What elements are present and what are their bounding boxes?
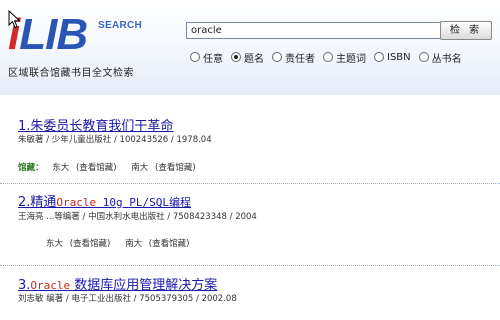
result-meta: 朱敏著 / 少年儿童出版社 / 100243526 / 1978.04 bbox=[18, 135, 212, 145]
view-holdings-link[interactable]: (查看馆藏) bbox=[149, 239, 190, 249]
view-holdings-link[interactable]: (查看馆藏) bbox=[76, 163, 117, 173]
holdings-row: 东大 (查看馆藏) 南大 (查看馆藏) bbox=[18, 237, 201, 249]
radio-author[interactable] bbox=[272, 52, 282, 62]
radio-series[interactable] bbox=[418, 52, 429, 62]
radio-subject[interactable] bbox=[323, 52, 333, 62]
option-author[interactable]: 责任者 bbox=[272, 50, 315, 65]
result-title-link[interactable]: 2.精通Oracle 10g PL/SQL编程 bbox=[18, 191, 191, 210]
mouse-cursor-icon bbox=[8, 10, 21, 29]
holding-library: 东大 bbox=[52, 163, 70, 173]
view-holdings-link[interactable]: (查看馆藏) bbox=[155, 163, 196, 173]
result-title-link[interactable]: 3.Oracle 数据库应用管理解决方案 bbox=[18, 274, 217, 293]
radio-isbn[interactable] bbox=[374, 52, 384, 62]
option-subject[interactable]: 主题词 bbox=[323, 50, 366, 65]
option-isbn[interactable]: ISBN bbox=[374, 52, 411, 63]
view-holdings-link[interactable]: (查看馆藏) bbox=[70, 239, 111, 249]
option-series[interactable]: 丛书名 bbox=[418, 50, 462, 65]
radio-any[interactable] bbox=[190, 52, 200, 62]
option-title[interactable]: 题名 bbox=[231, 50, 264, 65]
header: iLIB SEARCH 区域联合馆藏书目全文检索 oracle 检 索 任意 题… bbox=[0, 0, 500, 95]
result-meta: 王海亮 ...等编著 / 中国水利水电出版社 / 7508423348 / 20… bbox=[18, 212, 257, 222]
search-input[interactable]: oracle bbox=[186, 22, 444, 39]
result-divider bbox=[0, 183, 500, 184]
search-field-options: 任意 题名 责任者 主题词 ISBN 丛书名 bbox=[190, 50, 470, 65]
logo-search-label: SEARCH bbox=[98, 20, 143, 31]
holding-library: 南大 bbox=[125, 239, 143, 249]
result-meta: 刘志敏 编著 / 电子工业出版社 / 7505379305 / 2002.08 bbox=[18, 294, 237, 304]
holding-library: 东大 bbox=[46, 239, 64, 249]
option-any[interactable]: 任意 bbox=[190, 50, 223, 65]
result-divider bbox=[0, 265, 500, 266]
search-button[interactable]: 检 索 bbox=[440, 21, 492, 40]
radio-title[interactable] bbox=[231, 52, 241, 62]
holdings-row: 馆藏： 东大 (查看馆藏) 南大 (查看馆藏) bbox=[18, 161, 208, 173]
site-subtitle: 区域联合馆藏书目全文检索 bbox=[8, 68, 134, 79]
holdings-label: 馆藏： bbox=[18, 163, 44, 173]
holding-library: 南大 bbox=[131, 163, 149, 173]
result-title-link[interactable]: 1.朱委员长教育我们干革命 bbox=[18, 115, 173, 134]
